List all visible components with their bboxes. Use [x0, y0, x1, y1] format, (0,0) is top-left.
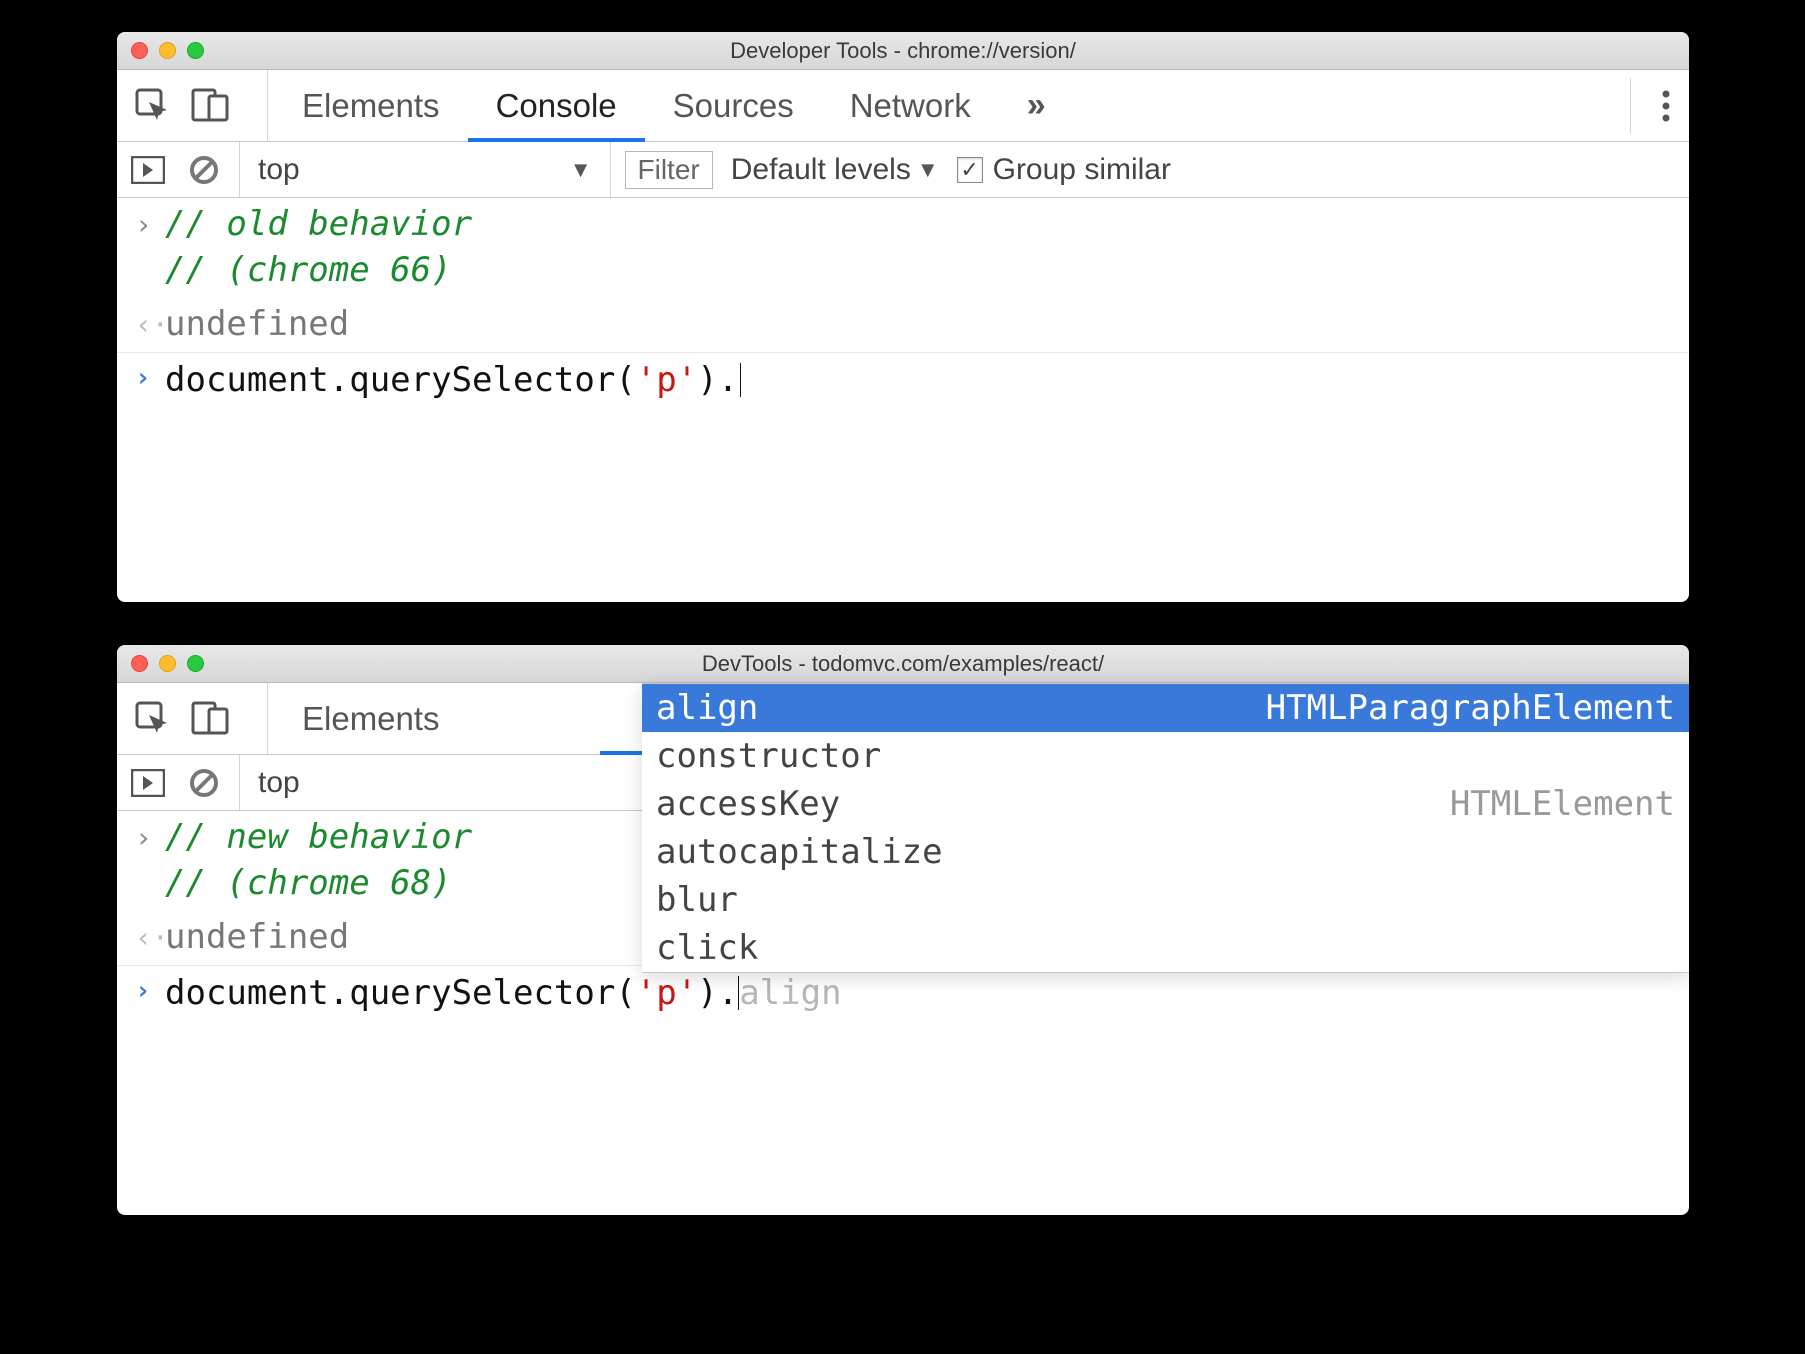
- console-log-row: › // old behavior // (chrome 66): [117, 198, 1689, 298]
- filter-placeholder: Filter: [638, 154, 700, 186]
- input-chevron-icon: ›: [135, 202, 165, 241]
- comment-line: // (chrome 66): [165, 248, 1671, 294]
- titlebar: DevTools - todomvc.com/examples/react/: [117, 645, 1689, 683]
- device-toolbar-icon[interactable]: [191, 701, 231, 737]
- levels-label: Default levels: [731, 153, 911, 187]
- text-cursor: [738, 976, 739, 1010]
- tab-list: Elements Console Sources Network »: [274, 70, 1608, 141]
- autocomplete-item[interactable]: autocapitalize: [642, 828, 1689, 876]
- device-toolbar-icon[interactable]: [191, 88, 231, 124]
- group-label: Group similar: [993, 153, 1171, 187]
- console-exec-icon[interactable]: [131, 769, 165, 797]
- tabs-right: [1608, 78, 1671, 134]
- result-value: undefined: [165, 302, 1671, 348]
- ac-label: autocapitalize: [656, 832, 943, 872]
- clear-console-icon[interactable]: [189, 768, 219, 798]
- context-label: top: [258, 766, 300, 800]
- inspect-element-icon[interactable]: [135, 701, 171, 737]
- console-input-row[interactable]: › document.querySelector('p').: [117, 353, 1689, 408]
- console-input-row[interactable]: › document.querySelector('p').align: [117, 966, 1689, 1021]
- console-subbar: top ▼ Filter Default levels ▼ ✓ Group si…: [117, 142, 1689, 198]
- ghost-completion: align: [739, 973, 841, 1013]
- code-string: 'p': [636, 973, 697, 1013]
- tool-icons: [135, 70, 268, 141]
- ac-label: constructor: [656, 736, 881, 776]
- autocomplete-item[interactable]: click: [642, 924, 1689, 972]
- checkbox-icon[interactable]: ✓: [957, 157, 983, 183]
- code-text: document.querySelector(: [165, 360, 636, 400]
- kebab-menu-icon[interactable]: [1661, 88, 1671, 124]
- context-selector[interactable]: top ▼: [240, 142, 611, 197]
- ac-label: align: [656, 688, 758, 728]
- more-tabs-chevron-icon[interactable]: »: [1027, 86, 1046, 125]
- log-levels-selector[interactable]: Default levels ▼: [731, 153, 939, 187]
- autocomplete-item[interactable]: align HTMLParagraphElement: [642, 684, 1689, 732]
- tab-label: Network: [850, 87, 971, 125]
- group-similar-toggle[interactable]: ✓ Group similar: [957, 153, 1171, 187]
- ac-label: accessKey: [656, 784, 840, 824]
- tab-console[interactable]: Console: [468, 70, 645, 141]
- autocomplete-item[interactable]: constructor: [642, 732, 1689, 780]
- tab-label: Console: [496, 87, 617, 125]
- console-body: › // old behavior // (chrome 66) ‹· unde…: [117, 198, 1689, 408]
- code-string: 'p': [636, 360, 697, 400]
- context-selector[interactable]: top: [240, 755, 318, 810]
- output-chevron-icon: ‹·: [135, 915, 165, 954]
- active-tab-underline: [600, 751, 642, 755]
- console-input[interactable]: document.querySelector('p').align: [165, 970, 1671, 1017]
- tab-label: Elements: [302, 87, 440, 125]
- code-text: ).: [697, 360, 738, 400]
- ac-label: blur: [656, 880, 738, 920]
- tab-sources[interactable]: Sources: [645, 70, 822, 141]
- filter-input[interactable]: Filter: [625, 151, 713, 189]
- autocomplete-item[interactable]: accessKey HTMLElement: [642, 780, 1689, 828]
- console-result-row: ‹· undefined: [117, 298, 1689, 352]
- devtools-tabs: Elements Console Sources Network »: [117, 70, 1689, 142]
- window-title: Developer Tools - chrome://version/: [117, 38, 1689, 64]
- chevron-down-icon: ▼: [570, 157, 592, 183]
- separator: [1630, 78, 1631, 134]
- chevron-down-icon: ▼: [917, 157, 939, 183]
- devtools-window-old: Developer Tools - chrome://version/ Elem…: [117, 32, 1689, 602]
- tab-label: Elements: [302, 700, 440, 738]
- tool-icons: [135, 683, 268, 754]
- tab-network[interactable]: Network: [822, 70, 999, 141]
- clear-console-icon[interactable]: [189, 155, 219, 185]
- devtools-window-new: DevTools - todomvc.com/examples/react/ E…: [117, 645, 1689, 1215]
- tab-label: Sources: [673, 87, 794, 125]
- console-exec-icon[interactable]: [131, 156, 165, 184]
- text-cursor: [740, 363, 741, 397]
- code-text: ).: [697, 973, 738, 1013]
- prompt-chevron-icon: ›: [135, 357, 165, 393]
- context-label: top: [258, 153, 300, 187]
- window-title: DevTools - todomvc.com/examples/react/: [117, 651, 1689, 677]
- code-text: document.querySelector(: [165, 973, 636, 1013]
- titlebar: Developer Tools - chrome://version/: [117, 32, 1689, 70]
- ac-type: HTMLElement: [1450, 784, 1675, 824]
- ac-label: click: [656, 928, 758, 968]
- inspect-element-icon[interactable]: [135, 88, 171, 124]
- tab-elements[interactable]: Elements: [274, 70, 468, 141]
- console-input[interactable]: document.querySelector('p').: [165, 357, 1671, 404]
- output-chevron-icon: ‹·: [135, 302, 165, 341]
- autocomplete-popup: align HTMLParagraphElement constructor a…: [642, 683, 1689, 973]
- tab-elements[interactable]: Elements: [274, 683, 468, 754]
- ac-type: HTMLParagraphElement: [1266, 688, 1675, 728]
- prompt-chevron-icon: ›: [135, 970, 165, 1006]
- autocomplete-item[interactable]: blur: [642, 876, 1689, 924]
- comment-line: // old behavior: [165, 202, 1671, 248]
- input-chevron-icon: ›: [135, 815, 165, 854]
